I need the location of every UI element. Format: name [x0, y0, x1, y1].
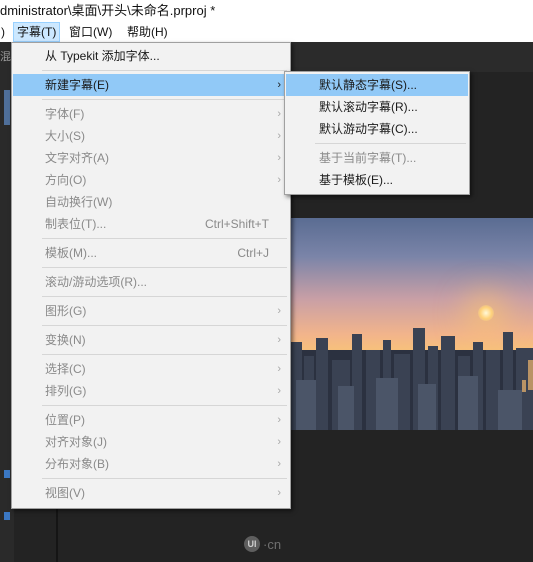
menu-item-position[interactable]: 位置(P) ›	[13, 409, 289, 431]
menu-item-roll-crawl-options[interactable]: 滚动/游动选项(R)...	[13, 271, 289, 293]
menu-item-view[interactable]: 视图(V) ›	[13, 482, 289, 504]
submenu-item-default-roll[interactable]: 默认滚动字幕(R)...	[286, 96, 468, 118]
menu-item-text-align[interactable]: 文字对齐(A) ›	[13, 147, 289, 169]
menu-item-graphic[interactable]: 图形(G) ›	[13, 300, 289, 322]
submenu-arrow-icon: ›	[277, 436, 281, 448]
menu-item-label: 大小(S)	[45, 129, 85, 143]
menu-bar: ) 字幕(T) 窗口(W) 帮助(H)	[0, 22, 533, 42]
submenu-arrow-icon: ›	[277, 130, 281, 142]
menu-separator	[42, 478, 287, 479]
submenu-item-label: 默认游动字幕(C)...	[319, 122, 418, 136]
menu-item-select[interactable]: 选择(C) ›	[13, 358, 289, 380]
menu-item-label: 新建字幕(E)	[45, 78, 109, 92]
menu-item-label: 文字对齐(A)	[45, 151, 109, 165]
menu-window[interactable]: 窗口(W)	[66, 22, 115, 42]
left-panel-selection	[4, 90, 10, 125]
menu-separator	[42, 99, 287, 100]
submenu-item-default-still[interactable]: 默认静态字幕(S)...	[286, 74, 468, 96]
menu-item-label: 选择(C)	[45, 362, 86, 376]
submenu-arrow-icon: ›	[277, 108, 281, 120]
menu-separator	[42, 354, 287, 355]
menu-item-label: 变换(N)	[45, 333, 86, 347]
menu-item-label: 分布对象(B)	[45, 457, 109, 471]
menu-item-add-typekit-fonts[interactable]: 从 Typekit 添加字体...	[13, 45, 289, 67]
left-panel-marker: 混	[0, 51, 11, 63]
menu-item-shortcut: Ctrl+J	[237, 246, 269, 260]
menu-item-label: 自动换行(W)	[45, 195, 113, 209]
menu-item-label: 位置(P)	[45, 413, 85, 427]
menu-item-label: 方向(O)	[45, 173, 87, 187]
submenu-item-default-crawl[interactable]: 默认游动字幕(C)...	[286, 118, 468, 140]
timeline-marker-icon	[4, 512, 10, 520]
menu-separator	[42, 405, 287, 406]
ui-cn-logo-icon: UI	[244, 536, 260, 552]
timeline-marker-icon	[4, 470, 10, 478]
submenu-arrow-icon: ›	[277, 174, 281, 186]
submenu-arrow-icon: ›	[277, 79, 281, 91]
menu-item-label: 模板(M)...	[45, 246, 97, 260]
submenu-item-label: 基于当前字幕(T)...	[319, 151, 417, 165]
menu-item-distribute-objects[interactable]: 分布对象(B) ›	[13, 453, 289, 475]
menu-item-templates[interactable]: 模板(M)... Ctrl+J	[13, 242, 289, 264]
menu-item-label: 滚动/游动选项(R)...	[45, 275, 147, 289]
menu-item-shortcut: Ctrl+Shift+T	[204, 217, 269, 231]
menu-item-transform[interactable]: 变换(N) ›	[13, 329, 289, 351]
submenu-arrow-icon: ›	[277, 363, 281, 375]
submenu-arrow-icon: ›	[277, 487, 281, 499]
menu-item-label: 制表位(T)...	[45, 217, 107, 231]
menu-item-label: 对齐对象(J)	[45, 435, 107, 449]
menu-item-tab-stops[interactable]: 制表位(T)... Ctrl+Shift+T	[13, 213, 289, 235]
submenu-item-based-on-template[interactable]: 基于模板(E)...	[286, 169, 468, 191]
menu-item-font[interactable]: 字体(F) ›	[13, 103, 289, 125]
menu-item-label: 视图(V)	[45, 486, 85, 500]
menu-separator	[315, 143, 466, 144]
menu-separator	[42, 238, 287, 239]
submenu-item-label: 默认滚动字幕(R)...	[319, 100, 418, 114]
menu-help[interactable]: 帮助(H)	[124, 22, 171, 42]
menu-item-orientation[interactable]: 方向(O) ›	[13, 169, 289, 191]
watermark-text: ·cn	[263, 536, 282, 552]
submenu-arrow-icon: ›	[277, 334, 281, 346]
menu-separator	[42, 296, 287, 297]
menu-item-new-title[interactable]: 新建字幕(E) ›	[13, 74, 289, 96]
submenu-item-label: 基于模板(E)...	[319, 173, 393, 187]
menu-separator	[42, 70, 287, 71]
menu-item-align-objects[interactable]: 对齐对象(J) ›	[13, 431, 289, 453]
submenu-item-based-on-current[interactable]: 基于当前字幕(T)...	[286, 147, 468, 169]
menu-item-arrange[interactable]: 排列(G) ›	[13, 380, 289, 402]
window-title: dministrator\桌面\开头\未命名.prproj *	[0, 3, 216, 18]
new-title-submenu: 默认静态字幕(S)... 默认滚动字幕(R)... 默认游动字幕(C)... 基…	[284, 71, 470, 195]
sun-glow	[478, 305, 494, 321]
menu-item-label: 字体(F)	[45, 107, 85, 121]
submenu-arrow-icon: ›	[277, 305, 281, 317]
menu-item-label: 从 Typekit 添加字体...	[45, 49, 160, 63]
menu-item-word-wrap[interactable]: 自动换行(W)	[13, 191, 289, 213]
window-title-bar: dministrator\桌面\开头\未命名.prproj *	[0, 0, 533, 22]
ui-cn-watermark: UI ·cn	[244, 536, 281, 552]
menu-item-label: 排列(G)	[45, 384, 87, 398]
city-skyline	[288, 328, 533, 430]
program-monitor-preview	[288, 218, 533, 430]
submenu-arrow-icon: ›	[277, 385, 281, 397]
menu-separator	[42, 267, 287, 268]
menu-item-label: 图形(G)	[45, 304, 87, 318]
title-dropdown-menu: 从 Typekit 添加字体... 新建字幕(E) › 字体(F) › 大小(S…	[11, 42, 291, 509]
menu-title[interactable]: 字幕(T)	[13, 22, 61, 42]
menu-edit-partial[interactable]: )	[0, 22, 8, 42]
menu-separator	[42, 325, 287, 326]
submenu-arrow-icon: ›	[277, 152, 281, 164]
submenu-arrow-icon: ›	[277, 414, 281, 426]
submenu-arrow-icon: ›	[277, 458, 281, 470]
menu-item-size[interactable]: 大小(S) ›	[13, 125, 289, 147]
submenu-item-label: 默认静态字幕(S)...	[319, 78, 417, 92]
